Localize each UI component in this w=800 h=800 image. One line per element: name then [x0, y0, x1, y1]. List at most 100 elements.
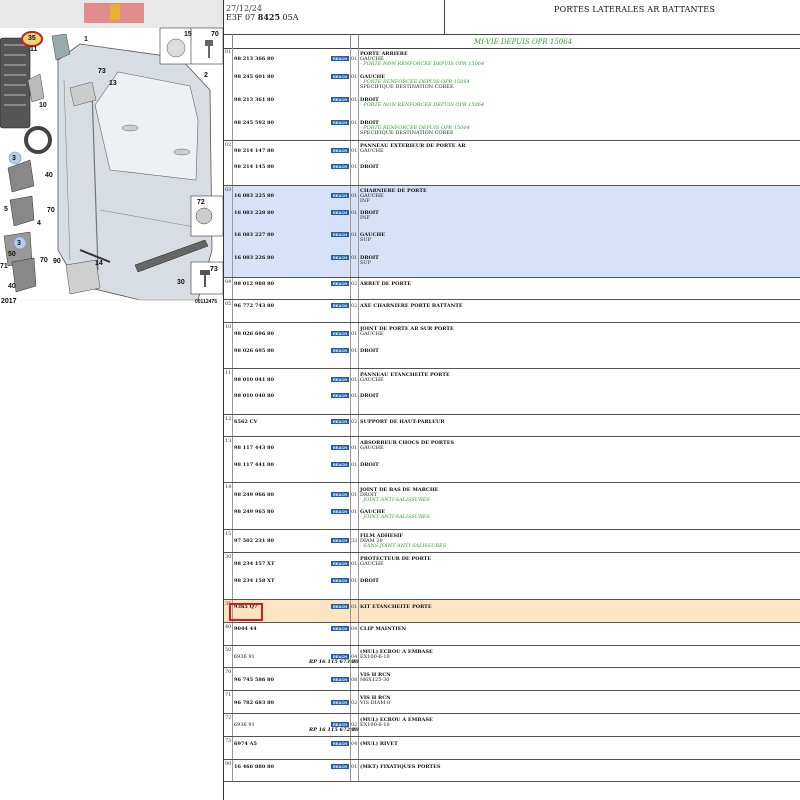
part-reference-link[interactable]: 98 234 158 XT: [234, 578, 275, 584]
part-reference-link[interactable]: 98 012 988 80: [234, 281, 274, 287]
part-row[interactable]: 98 214 145 80 REACH 01 DROIT: [224, 164, 800, 173]
callout-73-b[interactable]: 73: [210, 266, 218, 274]
part-reference-link[interactable]: 98 117 443 80: [234, 445, 274, 451]
callout-14[interactable]: 14: [95, 260, 103, 268]
reach-badge[interactable]: REACH: [331, 281, 349, 286]
reach-badge[interactable]: REACH: [331, 193, 349, 198]
part-row[interactable]: 98 010 041 80 REACH 01 PANNEAU ETANCHEITE P…: [224, 372, 800, 383]
part-row[interactable]: 6936 91 REACH 02 (MUL) ECROU A EMBASE EX100-…: [224, 717, 800, 733]
part-row[interactable]: 98 245 592 80 REACH 01 DROIT - PORTE RENFORC…: [224, 120, 800, 136]
reach-badge[interactable]: REACH: [331, 232, 349, 237]
part-reference-link[interactable]: 16 083 226 80: [234, 255, 274, 261]
part-reference-link[interactable]: 9044 44: [234, 626, 257, 632]
part-row[interactable]: 98 026 695 80 REACH 01 DROIT: [224, 348, 800, 357]
callout-5[interactable]: 5: [4, 206, 8, 214]
part-row[interactable]: 16 083 225 80 REACH 01 CHARNIERE DE PORTE GA…: [224, 188, 800, 204]
reach-badge[interactable]: REACH: [331, 492, 349, 497]
part-reference-link[interactable]: 98 010 041 80: [234, 377, 274, 383]
part-row[interactable]: 6974 A5 REACH 04 (MUL) RIVET: [224, 741, 800, 750]
part-row[interactable]: 98 249 966 80 REACH 01 JOINT DE BAS DE MARC…: [224, 487, 800, 503]
part-row[interactable]: 16 083 226 80 REACH 01 DROIT SUP: [224, 255, 800, 266]
part-reference-link[interactable]: 98 214 145 80: [234, 164, 274, 170]
part-reference-link[interactable]: 98 245 601 80: [234, 74, 274, 80]
part-reference-link[interactable]: 6562 CV: [234, 419, 258, 425]
part-row[interactable]: 98 234 157 XT REACH 01 PROTECTEUR DE PORTE G…: [224, 556, 800, 567]
callout-90[interactable]: 90: [53, 258, 61, 266]
reach-badge[interactable]: REACH: [331, 255, 349, 260]
part-row[interactable]: 6562 CV REACH 02 SUPPORT DE HAUT-PARLEUR: [224, 419, 800, 428]
part-reference-link[interactable]: 16 083 225 80: [234, 193, 274, 199]
part-row[interactable]: 96 782 683 80 REACH 02 VIS H RCN VIS DIAM 8: [224, 695, 800, 706]
part-reference-link[interactable]: 97 502 231 80: [234, 538, 274, 544]
part-row[interactable]: 98 026 696 80 REACH 01 JOINT DE PORTE AR SU…: [224, 326, 800, 337]
callout-4[interactable]: 4: [37, 220, 41, 228]
part-row[interactable]: 6936 91 REACH 04 (MUL) ECROU A EMBASE EX100-…: [224, 649, 800, 665]
reach-badge[interactable]: REACH: [331, 164, 349, 169]
reach-badge[interactable]: REACH: [331, 509, 349, 514]
part-reference-link[interactable]: 98 213 366 80: [234, 56, 274, 62]
part-row[interactable]: 98 245 601 80 REACH 01 GAUCHE - PORTE RENFOR…: [224, 74, 800, 90]
part-reference-link[interactable]: 98 010 040 80: [234, 393, 274, 399]
callout-71[interactable]: 71: [0, 263, 8, 271]
callout-13[interactable]: 13: [109, 80, 117, 88]
callout-40-b[interactable]: 40: [8, 283, 16, 291]
part-reference-link[interactable]: 98 249 965 80: [234, 509, 274, 515]
reach-badge[interactable]: REACH: [331, 700, 349, 705]
reach-badge[interactable]: REACH: [331, 538, 349, 543]
part-reference-link[interactable]: 6936 91: [234, 654, 255, 660]
reach-badge[interactable]: REACH: [331, 377, 349, 382]
part-row[interactable]: 16 083 227 80 REACH 01 GAUCHE SUP: [224, 232, 800, 243]
callout-72[interactable]: 72: [197, 199, 205, 207]
part-reference-link[interactable]: 16 083 228 80: [234, 210, 274, 216]
reach-badge[interactable]: REACH: [331, 348, 349, 353]
reach-badge[interactable]: REACH: [331, 56, 349, 61]
part-reference-link[interactable]: 98 234 157 XT: [234, 561, 275, 567]
callout-35[interactable]: 35: [28, 35, 36, 43]
part-reference-link[interactable]: 98 026 695 80: [234, 348, 274, 354]
reach-badge[interactable]: REACH: [331, 393, 349, 398]
reach-badge[interactable]: REACH: [331, 604, 349, 609]
callout-70-c[interactable]: 70: [40, 257, 48, 265]
part-reference-link[interactable]: 16 083 227 80: [234, 232, 274, 238]
part-row[interactable]: 98 117 441 80 REACH 01 DROIT: [224, 462, 800, 471]
part-row[interactable]: 98 117 443 80 REACH 01 ABSORBEUR CHOCS DE P…: [224, 440, 800, 451]
callout-3-b[interactable]: 3: [17, 240, 21, 248]
part-row[interactable]: 96 772 743 80 REACH 02 AXE CHARNIERE PORTE …: [224, 303, 800, 312]
reach-badge[interactable]: REACH: [331, 210, 349, 215]
reach-badge[interactable]: REACH: [331, 462, 349, 467]
reach-badge[interactable]: REACH: [331, 561, 349, 566]
part-row[interactable]: 98 214 147 80 REACH 01 PANNEAU EXTERIEUR DE…: [224, 143, 800, 154]
callout-30[interactable]: 30: [177, 279, 185, 287]
callout-15[interactable]: 15: [184, 31, 192, 39]
reach-badge[interactable]: REACH: [331, 578, 349, 583]
part-row[interactable]: 98 213 361 80 REACH 01 DROIT - PORTE NON REN…: [224, 97, 800, 108]
part-reference-link[interactable]: 98 245 592 80: [234, 120, 274, 126]
part-reference-link[interactable]: 96 782 683 80: [234, 700, 274, 706]
callout-3[interactable]: 3: [12, 155, 16, 163]
reach-badge[interactable]: REACH: [331, 626, 349, 631]
part-reference-link[interactable]: 98 214 147 80: [234, 148, 274, 154]
callout-50[interactable]: 50: [8, 251, 16, 259]
callout-70[interactable]: 70: [211, 31, 219, 39]
part-row[interactable]: 96 745 586 80 REACH 08 VIS H RCN M6X125-30: [224, 672, 800, 683]
part-reference-link[interactable]: 6936 91: [234, 722, 255, 728]
part-reference-link[interactable]: 98 026 696 80: [234, 331, 274, 337]
part-reference-link[interactable]: 98 117 441 80: [234, 462, 274, 468]
part-row[interactable]: 9044 44 REACH 04 CLIP MAINTIEN: [224, 626, 800, 635]
part-row[interactable]: 98 213 366 80 REACH 01 PORTE ARRIERE GAUCHE -…: [224, 51, 800, 67]
callout-10[interactable]: 10: [39, 102, 47, 110]
part-row[interactable]: 98 249 965 80 REACH 01 GAUCHE - JOINT ANTI-S…: [224, 509, 800, 520]
reach-badge[interactable]: REACH: [331, 764, 349, 769]
callout-70-b[interactable]: 70: [47, 207, 55, 215]
reach-badge[interactable]: REACH: [331, 419, 349, 424]
part-row[interactable]: 98 010 040 80 REACH 01 DROIT: [224, 393, 800, 402]
reach-badge[interactable]: REACH: [331, 303, 349, 308]
part-row[interactable]: 16 466 880 80 REACH 01 (MKT) FIXATIQUES POR…: [224, 764, 800, 773]
part-row[interactable]: 9365 Q7 REACH 01 KIT ETANCHEITE PORTE: [224, 604, 800, 613]
callout-40[interactable]: 40: [45, 172, 53, 180]
reach-badge[interactable]: REACH: [331, 97, 349, 102]
reach-badge[interactable]: REACH: [331, 74, 349, 79]
callout-11[interactable]: 11: [30, 46, 37, 54]
part-row[interactable]: 97 502 231 80 REACH 32 FILM ADHESIF DIAM 20-…: [224, 533, 800, 549]
callout-73[interactable]: 73: [98, 68, 106, 76]
